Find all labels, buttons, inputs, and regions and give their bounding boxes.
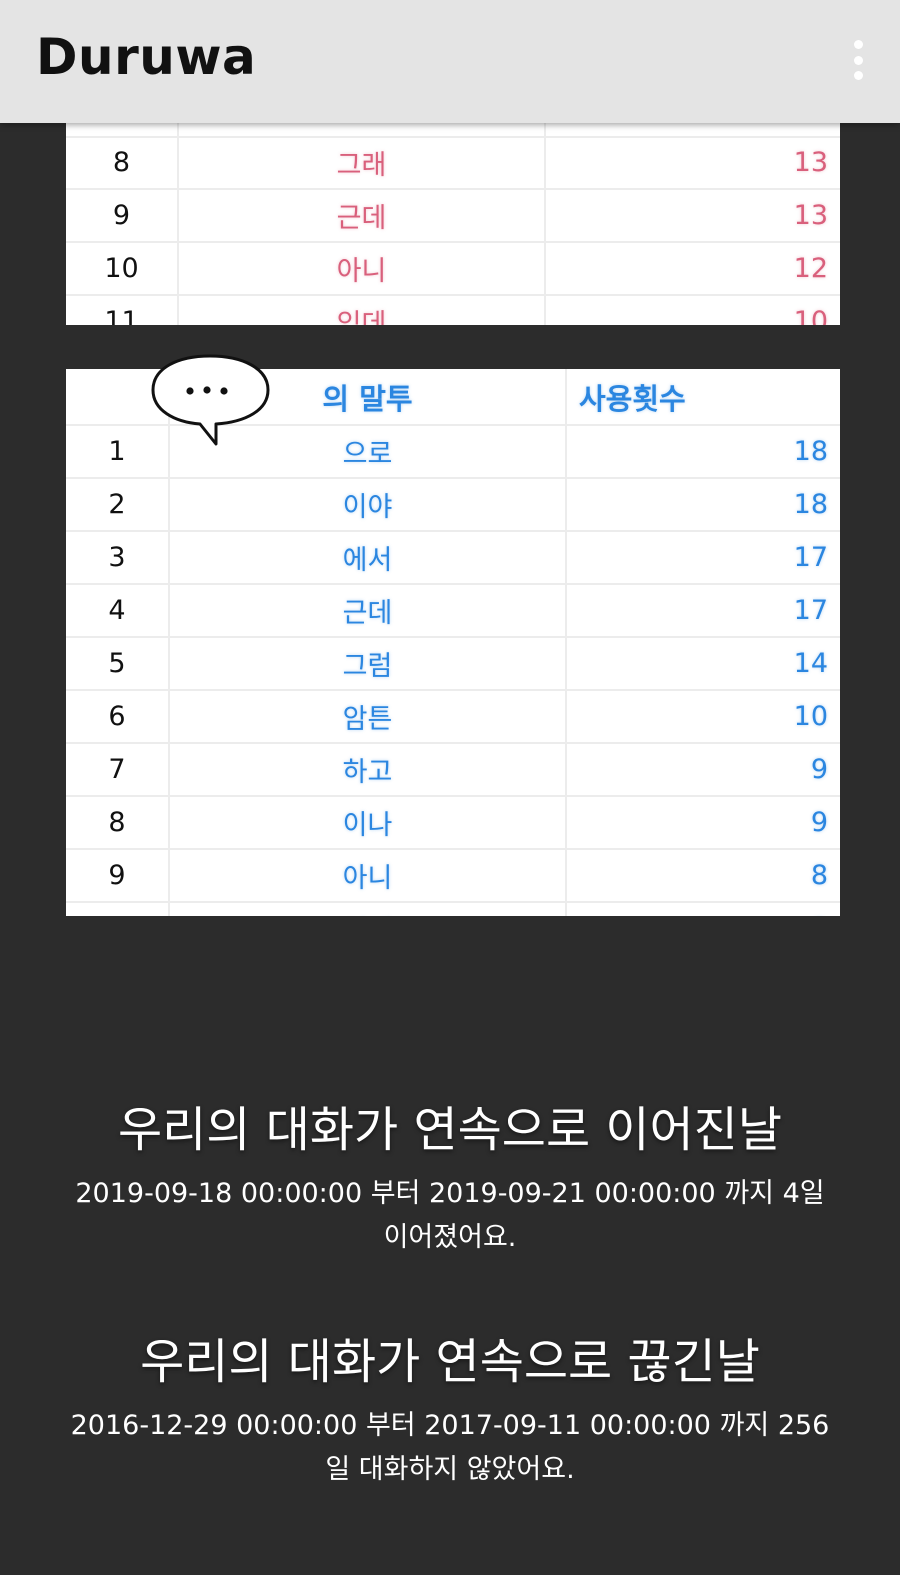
rank-cell: 2 — [66, 479, 170, 530]
table-row-partial — [66, 123, 840, 138]
rank-cell: 6 — [66, 691, 170, 742]
rank-cell: 10 — [66, 243, 179, 294]
word-cell: 있데 — [179, 296, 546, 325]
table-row: 10 있데 8 — [66, 903, 840, 916]
word-cell: 이야 — [170, 479, 567, 530]
word-cell: 근데 — [170, 585, 567, 636]
count-cell: 9 — [810, 807, 828, 838]
speech-bubble-ellipsis-icon — [150, 352, 272, 452]
column-header-count: 사용횟수 — [579, 381, 686, 416]
table-row: 8 그래 13 — [66, 137, 840, 190]
word-cell: 그럼 — [170, 638, 567, 689]
rank-cell: 4 — [66, 585, 170, 636]
word-cell: 암튼 — [170, 691, 567, 742]
word-cell: 그래 — [179, 137, 546, 188]
count-cell: 8 — [810, 860, 828, 891]
word-rank-table-1: 8 그래 13 9 근데 13 10 아니 12 11 있데 10 — [66, 123, 840, 325]
count-cell: 13 — [793, 147, 828, 178]
table-row: 2 이야 18 — [66, 479, 840, 532]
table-row: 3 에서 17 — [66, 532, 840, 585]
streak-section-title: 우리의 대화가 연속으로 이어진날 — [117, 1102, 782, 1158]
count-cell: 17 — [793, 595, 828, 626]
word-cell: 아니 — [170, 850, 567, 901]
rank-cell: 8 — [66, 137, 179, 188]
table-row: 7 하고 9 — [66, 744, 840, 797]
app-title: Duruwa — [36, 28, 257, 86]
table-row: 9 아니 8 — [66, 850, 840, 903]
table-row: 11 있데 10 — [66, 296, 840, 325]
count-cell: 18 — [793, 489, 828, 520]
word-cell: 아니 — [179, 243, 546, 294]
rank-cell: 7 — [66, 744, 170, 795]
app-bar: Duruwa — [0, 0, 900, 123]
rank-cell: 9 — [66, 850, 170, 901]
table-row: 8 이나 9 — [66, 797, 840, 850]
rank-cell: 11 — [66, 296, 179, 325]
count-cell: 10 — [793, 306, 828, 325]
more-vert-icon[interactable] — [850, 40, 866, 80]
gap-section-title: 우리의 대화가 연속으로 끊긴날 — [140, 1334, 760, 1390]
rank-cell: 8 — [66, 797, 170, 848]
count-cell: 12 — [793, 253, 828, 284]
table-row: 6 암튼 10 — [66, 691, 840, 744]
word-cell: 있데 — [170, 903, 567, 916]
word-cell: 하고 — [170, 744, 567, 795]
table-row: 5 그럼 14 — [66, 638, 840, 691]
gap-section-text: 2016-12-29 00:00:00 부터 2017-09-11 00:00:… — [70, 1410, 830, 1485]
count-cell: 9 — [810, 754, 828, 785]
rank-cell: 9 — [66, 190, 179, 241]
count-cell: 18 — [793, 436, 828, 467]
table-row: 10 아니 12 — [66, 243, 840, 296]
count-cell: 17 — [793, 542, 828, 573]
count-cell: 10 — [793, 701, 828, 732]
word-cell: 에서 — [170, 532, 567, 583]
streak-section-text: 2019-09-18 00:00:00 부터 2019-09-21 00:00:… — [75, 1178, 825, 1253]
word-cell: 이나 — [170, 797, 567, 848]
word-cell: 근데 — [179, 190, 546, 241]
count-cell: 8 — [567, 903, 840, 916]
rank-cell: 10 — [66, 903, 170, 916]
table-row: 4 근데 17 — [66, 585, 840, 638]
count-cell: 13 — [793, 200, 828, 231]
table-row: 9 근데 13 — [66, 190, 840, 243]
count-cell: 14 — [793, 648, 828, 679]
rank-cell: 3 — [66, 532, 170, 583]
rank-cell: 5 — [66, 638, 170, 689]
